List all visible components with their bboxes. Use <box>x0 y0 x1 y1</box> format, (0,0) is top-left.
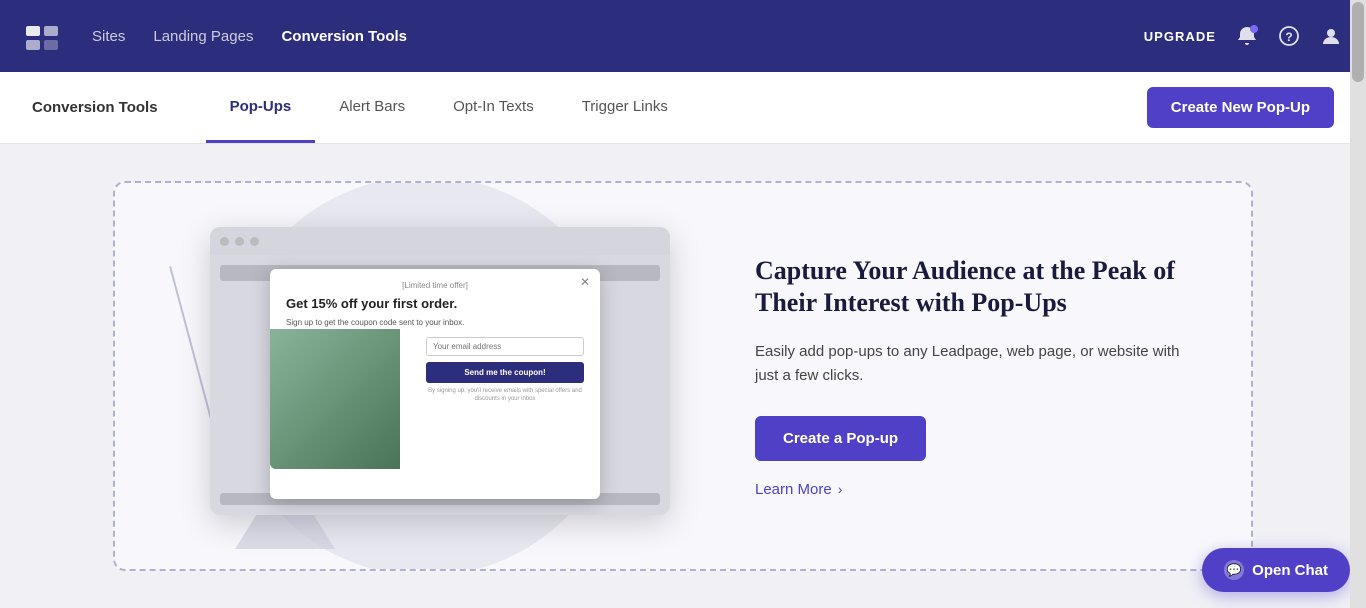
feature-headline: Capture Your Audience at the Peak of The… <box>755 255 1201 320</box>
popup-tag: [Limited time offer] <box>286 281 584 290</box>
nav-links: Sites Landing Pages Conversion Tools <box>92 28 1112 45</box>
popup-modal: ✕ [Limited time offer] Get 15% off your … <box>270 269 600 499</box>
notification-dot <box>1250 25 1258 33</box>
create-popup-cta-button[interactable]: Create a Pop-up <box>755 416 926 461</box>
account-button[interactable] <box>1320 25 1342 47</box>
chat-icon: 💬 <box>1224 560 1244 580</box>
nav-conversion-tools[interactable]: Conversion Tools <box>281 28 407 45</box>
chat-label: Open Chat <box>1252 562 1328 579</box>
text-area: Capture Your Audience at the Peak of The… <box>735 215 1251 538</box>
nav-right: UPGRADE ? <box>1144 25 1342 47</box>
feature-card: ✕ [Limited time offer] Get 15% off your … <box>113 181 1253 571</box>
app-logo[interactable] <box>24 18 60 54</box>
help-button[interactable]: ? <box>1278 25 1300 47</box>
learn-more-text: Learn More <box>755 481 832 498</box>
popup-cta-label: Send me the coupon! <box>426 362 584 383</box>
main-content: ✕ [Limited time offer] Get 15% off your … <box>0 144 1366 608</box>
create-popup-button[interactable]: Create New Pop-Up <box>1147 87 1334 128</box>
tab-popups[interactable]: Pop-Ups <box>206 72 316 143</box>
sub-nav-title: Conversion Tools <box>32 99 158 116</box>
popup-fine-print: By signing up, you'll receive emails wit… <box>426 387 584 404</box>
browser-dot-3 <box>250 237 259 246</box>
sub-nav-tabs: Pop-Ups Alert Bars Opt-In Texts Trigger … <box>206 72 692 143</box>
tab-trigger-links[interactable]: Trigger Links <box>558 72 692 143</box>
popup-headline: Get 15% off your first order. <box>286 296 584 313</box>
popup-subtext: Sign up to get the coupon code sent to y… <box>286 317 584 328</box>
learn-more-arrow-icon: › <box>838 481 843 497</box>
browser-dot-1 <box>220 237 229 246</box>
nav-sites[interactable]: Sites <box>92 28 125 45</box>
upgrade-button[interactable]: UPGRADE <box>1144 29 1216 44</box>
popup-chair-image <box>270 329 400 469</box>
tab-alert-bars[interactable]: Alert Bars <box>315 72 429 143</box>
popup-form: Send me the coupon! By signing up, you'l… <box>426 336 584 404</box>
popup-close-icon: ✕ <box>580 275 590 289</box>
svg-text:?: ? <box>1285 30 1292 44</box>
scrollbar[interactable] <box>1350 0 1366 608</box>
browser-mockup: ✕ [Limited time offer] Get 15% off your … <box>210 227 670 515</box>
chat-button[interactable]: 💬 Open Chat <box>1202 548 1350 592</box>
notifications-button[interactable] <box>1236 25 1258 47</box>
illustration-area: ✕ [Limited time offer] Get 15% off your … <box>115 183 735 569</box>
top-nav: Sites Landing Pages Conversion Tools UPG… <box>0 0 1366 72</box>
chair-silhouette <box>270 329 400 469</box>
nav-landing-pages[interactable]: Landing Pages <box>153 28 253 45</box>
sub-nav-right: Create New Pop-Up <box>1147 87 1334 128</box>
scrollbar-thumb[interactable] <box>1352 2 1364 82</box>
browser-bar <box>210 227 670 255</box>
browser-dot-2 <box>235 237 244 246</box>
popup-email-input[interactable] <box>426 337 584 356</box>
tab-opt-in-texts[interactable]: Opt-In Texts <box>429 72 558 143</box>
browser-content: ✕ [Limited time offer] Get 15% off your … <box>210 255 670 515</box>
sub-nav: Conversion Tools Pop-Ups Alert Bars Opt-… <box>0 72 1366 144</box>
feature-description: Easily add pop-ups to any Leadpage, web … <box>755 340 1201 388</box>
learn-more-link[interactable]: Learn More › <box>755 481 1201 498</box>
